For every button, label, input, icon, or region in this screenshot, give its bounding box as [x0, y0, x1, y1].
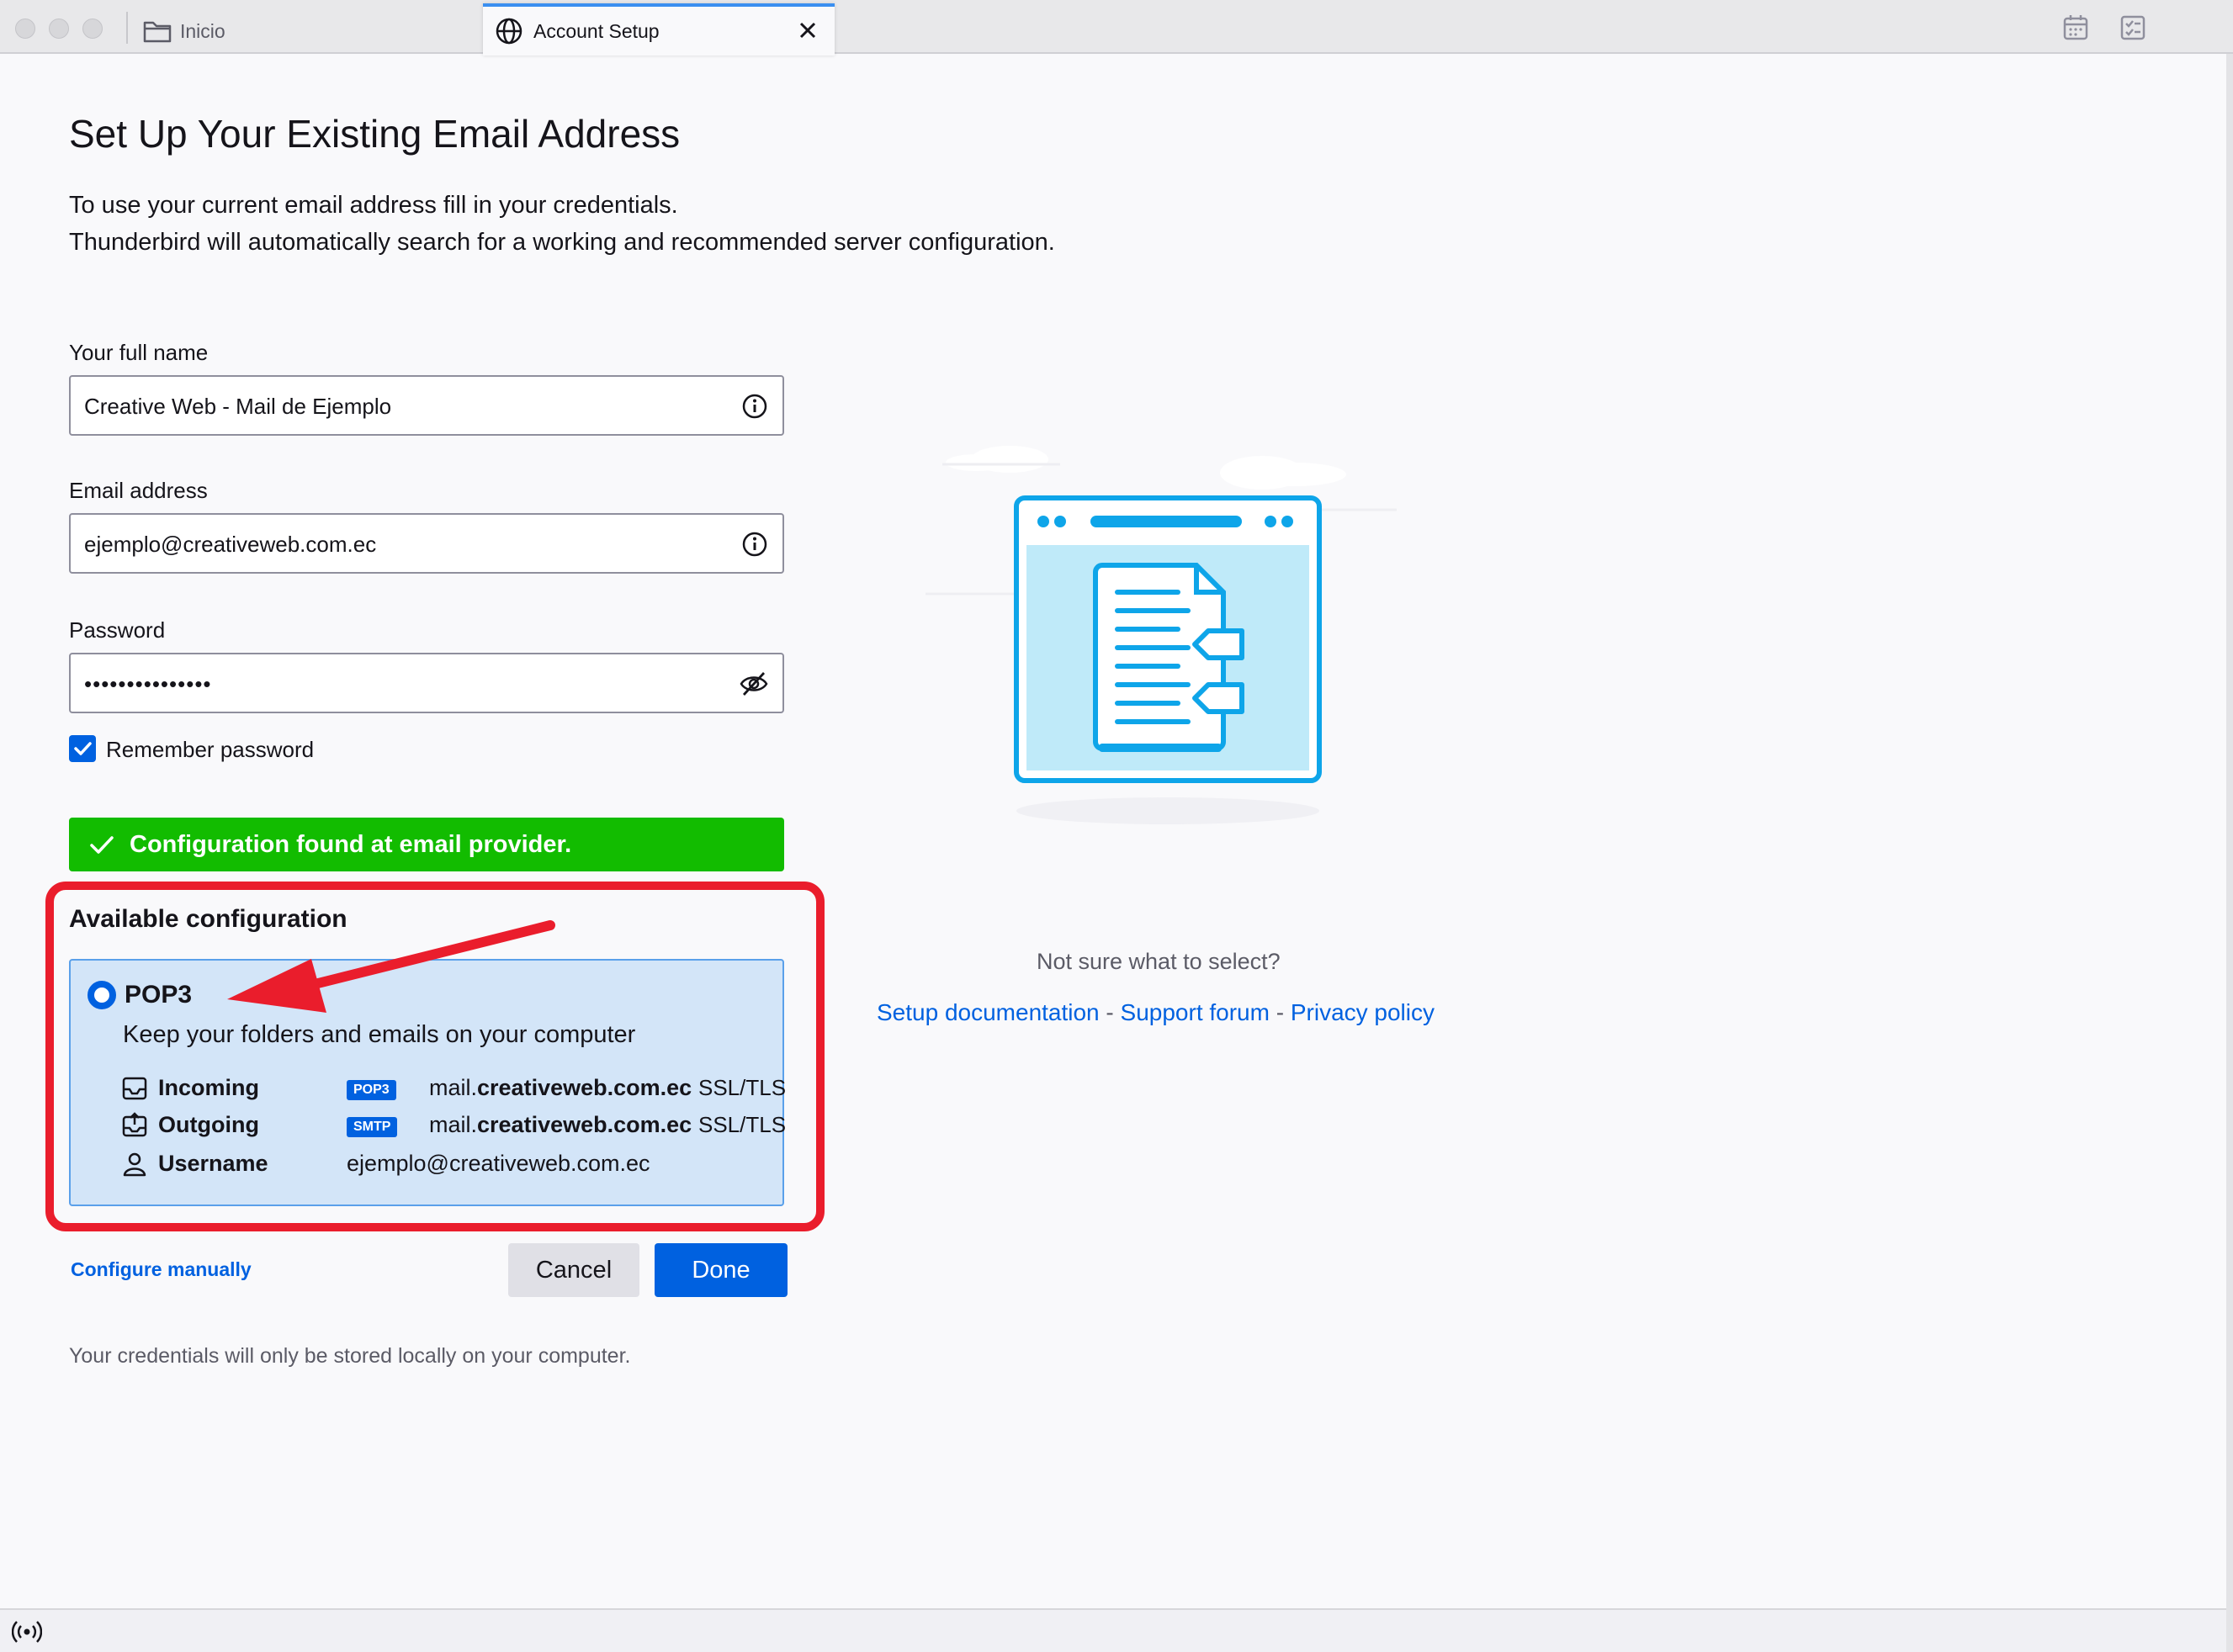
setup-documentation-link[interactable]: Setup documentation	[877, 999, 1100, 1025]
outgoing-security: SSL/TLS	[698, 1112, 787, 1137]
tab-account-setup[interactable]: Account Setup	[483, 3, 835, 56]
user-icon	[123, 1152, 146, 1177]
outgoing-label: Outgoing	[158, 1112, 259, 1137]
password-field[interactable]: •••••••••••••••	[69, 653, 784, 713]
incoming-host: mail.creativeweb.com.ec	[429, 1075, 692, 1100]
page-title: Set Up Your Existing Email Address	[69, 112, 681, 156]
pop3-option-name: POP3	[125, 981, 193, 1009]
link-separator: -	[1099, 999, 1121, 1025]
document-illustration-icon	[926, 446, 1397, 824]
incoming-label: Incoming	[158, 1075, 259, 1100]
folder-icon	[143, 21, 172, 43]
globe-icon	[496, 18, 522, 45]
outgoing-server-row: Outgoing SMTP mail.creativeweb.com.ec SS…	[121, 1109, 786, 1142]
remember-password-checkbox[interactable]	[69, 735, 96, 762]
inbox-icon	[122, 1077, 147, 1100]
outgoing-host: mail.creativeweb.com.ec	[429, 1112, 692, 1137]
username-row: Username ejemplo@creativeweb.com.ec	[121, 1147, 777, 1181]
incoming-server-row: Incoming POP3 mail.creativeweb.com.ec SS…	[121, 1072, 786, 1105]
full-name-label: Your full name	[69, 340, 209, 365]
email-field[interactable]: ejemplo@creativeweb.com.ec	[69, 513, 784, 574]
tab-separator	[126, 12, 128, 44]
tab-label: Inicio	[180, 20, 225, 42]
done-button[interactable]: Done	[655, 1243, 788, 1297]
credentials-note: Your credentials will only be stored loc…	[69, 1344, 631, 1368]
info-icon[interactable]	[740, 530, 769, 559]
password-label: Password	[69, 617, 166, 643]
pop3-radio[interactable]	[88, 981, 116, 1009]
link-separator: -	[1269, 999, 1291, 1025]
tab-inicio[interactable]: Inicio	[135, 7, 480, 54]
eye-slash-icon[interactable]	[739, 670, 769, 698]
config-found-text: Configuration found at email provider.	[130, 831, 572, 858]
full-name-field[interactable]: Creative Web - Mail de Ejemplo	[69, 375, 784, 436]
outbox-icon	[122, 1112, 147, 1137]
protocol-badge: SMTP	[347, 1117, 398, 1137]
window-zoom-button[interactable]	[82, 19, 103, 39]
email-label: Email address	[69, 478, 208, 503]
username-label: Username	[158, 1151, 268, 1176]
privacy-policy-link[interactable]: Privacy policy	[1291, 999, 1435, 1025]
calendar-icon[interactable]	[2061, 13, 2090, 42]
full-name-value: Creative Web - Mail de Ejemplo	[84, 394, 392, 419]
config-found-banner: Configuration found at email provider.	[69, 818, 784, 871]
tab-label: Account Setup	[533, 20, 660, 42]
window-edge	[2226, 54, 2233, 1652]
protocol-badge: POP3	[347, 1080, 396, 1100]
remember-password-label[interactable]: Remember password	[106, 737, 314, 763]
configure-manually-link[interactable]: Configure manually	[71, 1258, 252, 1281]
check-icon	[90, 836, 114, 854]
window-close-button[interactable]	[15, 19, 35, 39]
close-icon[interactable]	[793, 15, 823, 45]
tasks-icon[interactable]	[2119, 13, 2147, 42]
info-icon[interactable]	[740, 392, 769, 421]
password-value: •••••••••••••••	[84, 671, 212, 696]
online-status-icon[interactable]	[12, 1618, 42, 1645]
username-value: ejemplo@creativeweb.com.ec	[347, 1151, 650, 1176]
tab-bar: Inicio Account Setup	[0, 0, 2233, 56]
annotation-arrow	[227, 920, 555, 1013]
email-value: ejemplo@creativeweb.com.ec	[84, 532, 377, 557]
window-minimize-button[interactable]	[49, 19, 69, 39]
incoming-security: SSL/TLS	[698, 1075, 787, 1100]
intro-text: To use your current email address fill i…	[69, 192, 678, 219]
help-links: Setup documentation - Support forum - Pr…	[877, 999, 1435, 1026]
cancel-button[interactable]: Cancel	[508, 1243, 639, 1297]
support-forum-link[interactable]: Support forum	[1121, 999, 1270, 1025]
checkmark-icon	[74, 742, 92, 755]
intro-text: Thunderbird will automatically search fo…	[69, 229, 1055, 256]
help-question: Not sure what to select?	[1037, 949, 1281, 974]
status-bar	[0, 1608, 2226, 1652]
